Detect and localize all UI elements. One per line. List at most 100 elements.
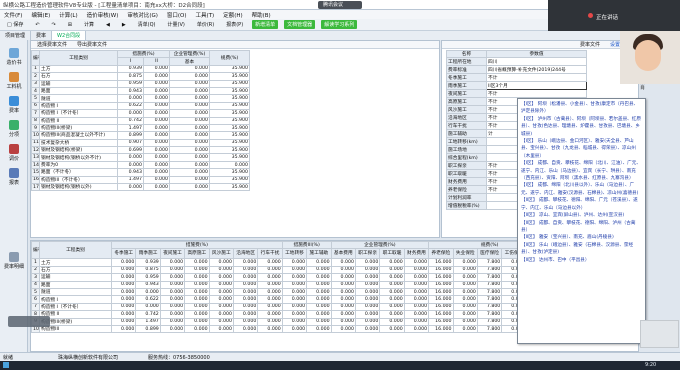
row-value[interactable]: 35.900 [209,146,250,155]
table-row[interactable]: 6 构造物 I 0.000 0.622 0.000 0.000 0.000 0.000 0.00… [31,295,552,304]
menu-item[interactable]: 审核对比(G) [127,11,158,19]
table-row[interactable]: 1 土方 0.939 0.000 0.000 35.900 [31,64,250,74]
row-value[interactable]: 0.000 [379,287,405,297]
row-value[interactable]: 0.959 [135,273,161,282]
row-value[interactable]: 7.800 [476,295,503,304]
row-value[interactable]: 0.000 [452,273,478,282]
row-value[interactable]: 0.000 [143,183,170,192]
row-value[interactable]: 0.000 [143,94,170,103]
sidebar-item-materials[interactable]: 工料机 [2,72,26,90]
row-value[interactable]: 16.000 [428,280,454,289]
table-row[interactable]: 10 构造物III(商品混凝土以外不计) 0.899 0.000 0.000 35.900 [31,131,250,140]
row-value[interactable]: 0.000 [143,116,170,125]
row-value[interactable]: 7.800 [476,265,503,275]
table-row[interactable]: 1 土方 0.000 0.939 0.000 0.000 0.000 0.000 0.000 0.… [31,258,552,267]
row-value[interactable]: 16.000 [428,302,454,312]
row-value[interactable]: 0.000 [159,295,186,304]
row-value[interactable]: 0.000 [257,324,283,334]
table-row[interactable]: 8 构造物 II 0.000 0.742 0.000 0.000 0.000 0.000 0.0… [31,310,552,319]
row-value[interactable]: 0.000 [354,310,381,319]
menu-item[interactable]: 帮助(B) [252,11,271,19]
row-value[interactable]: 7.800 [476,258,503,267]
row-value[interactable]: 0.000 [403,273,430,282]
row-value[interactable]: 0.000 [452,317,478,326]
row-value[interactable]: 0.000 [306,324,332,334]
row-value[interactable]: 0.000 [379,280,405,289]
row-value[interactable]: 0.000 [452,280,478,289]
row-value[interactable]: 35.900 [209,116,250,125]
row-value[interactable]: 0.000 [330,258,356,267]
row-value[interactable]: 0.000 [143,138,170,148]
row-value[interactable]: 0.000 [232,317,259,326]
row-value[interactable]: 0.000 [135,302,161,312]
row-value[interactable]: 0.622 [117,101,144,111]
sidebar-item-items[interactable]: 分项 [2,120,26,138]
dropdown-option[interactable]: 【I区】 成都、自贡、攀枝花、绵阳（北川、江油）、广元、遂宁、内江、乐山（马边县… [521,160,642,182]
param-row[interactable]: 雨季施工 II区3个月 [446,81,587,91]
dropdown-option[interactable]: 【II区】 达州市、巴中（平昌县） [521,257,642,264]
row-value[interactable]: 0.000 [143,101,170,111]
row-value[interactable]: 0.000 [159,258,186,267]
menu-item[interactable]: 定额(H) [223,11,242,19]
row-value[interactable]: 0.000 [257,287,283,297]
table-row[interactable]: 3 运输 0.000 0.959 0.000 0.000 0.000 0.000 0.000 0.… [31,273,552,282]
export-rate-file-button[interactable]: 导出费率文件 [77,41,107,48]
row-value[interactable]: 0.000 [169,146,210,155]
row-value[interactable]: 0.000 [159,265,186,275]
row-value[interactable]: 0.000 [110,295,137,304]
param-value[interactable]: 不计 [486,73,587,83]
row-value[interactable]: 0.000 [306,258,332,267]
row-value[interactable]: 0.000 [330,295,356,304]
row-value[interactable]: 0.000 [330,310,356,319]
row-value[interactable]: 35.900 [209,131,250,140]
row-value[interactable]: 0.000 [306,265,332,275]
table-row[interactable]: 6 构造物 I 0.622 0.000 0.000 35.900 [31,101,250,111]
table-row[interactable]: 4 路面 0.943 0.000 0.000 35.900 [31,86,250,96]
row-value[interactable]: 0.000 [354,317,381,326]
row-value[interactable]: 0.000 [257,302,283,312]
row-value[interactable]: 0.939 [117,64,144,74]
row-value[interactable]: 35.900 [209,94,250,103]
row-value[interactable]: 0.000 [452,265,478,275]
row-value[interactable]: 0.000 [330,302,356,312]
row-value[interactable]: 0.000 [110,280,137,289]
row-value[interactable]: 0.000 [143,146,170,155]
tab-project[interactable]: 项目管理 [0,31,32,40]
table-row[interactable]: 17 钢材及钢结构(钢桥以外) 0.000 0.000 0.000 35.900 [31,183,250,192]
start-icon[interactable] [3,362,9,368]
row-value[interactable]: 7.800 [476,324,503,334]
row-value[interactable]: 0.000 [379,302,405,312]
row-value[interactable]: 0.000 [117,160,144,170]
row-value[interactable]: 35.900 [209,101,250,111]
row-value[interactable]: 0.000 [232,258,259,267]
row-value[interactable]: 0.000 [354,295,381,304]
tab-rate[interactable]: 费率 [31,31,53,40]
row-value[interactable]: 0.000 [110,324,137,334]
row-value[interactable]: 0.000 [379,273,405,282]
row-value[interactable]: 0.000 [159,324,186,334]
row-value[interactable]: 0.000 [281,295,308,304]
row-value[interactable]: 0.000 [306,302,332,312]
row-value[interactable]: 0.000 [306,280,332,289]
row-value[interactable]: 0.000 [306,317,332,326]
row-value[interactable]: 0.000 [354,280,381,289]
row-value[interactable]: 0.000 [232,287,259,297]
row-value[interactable]: 0.000 [281,280,308,289]
table-row[interactable]: 5 隧道 0.000 0.000 0.000 35.900 [31,94,250,103]
row-value[interactable]: 16.000 [428,295,454,304]
row-value[interactable]: 0.000 [452,287,478,297]
row-value[interactable]: 0.000 [143,86,170,96]
row-value[interactable]: 0.000 [232,273,259,282]
row-value[interactable]: 0.742 [117,116,144,125]
table-row[interactable]: 3 运输 0.959 0.000 0.000 35.900 [31,79,250,88]
row-value[interactable]: 0.000 [452,302,478,312]
tab-contract[interactable]: W2合同段 [52,31,87,40]
param-row[interactable]: 费率标准 四川省概预算-补充文件(2019)244号 [446,65,587,75]
row-value[interactable]: 0.000 [117,109,144,118]
row-value[interactable]: 0.000 [169,109,210,118]
floating-toolbar[interactable] [8,316,50,327]
row-value[interactable]: 0.000 [330,317,356,326]
row-value[interactable]: 0.000 [354,324,381,334]
row-value[interactable]: 0.000 [452,324,478,334]
table-row[interactable]: 9 构造物III(桥梁) 1.497 0.000 0.000 35.900 [31,123,250,133]
